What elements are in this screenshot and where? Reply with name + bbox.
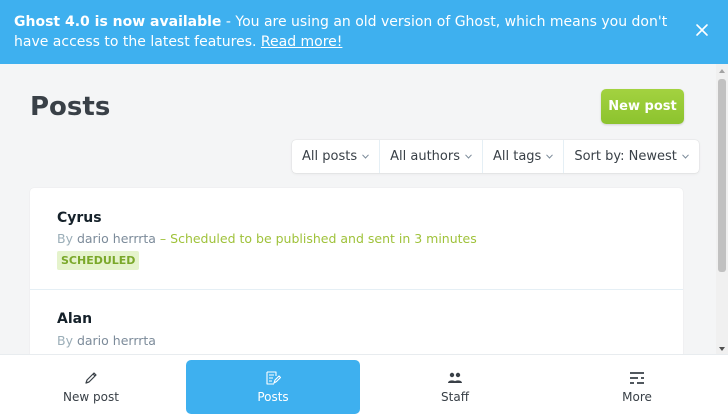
filter-label: All authors: [390, 149, 460, 164]
post-author: dario herrrta: [76, 333, 156, 348]
chevron-down-icon: [362, 154, 369, 159]
scrollbar[interactable]: [716, 64, 728, 354]
post-schedule: – Scheduled to be published and sent in …: [155, 231, 477, 246]
banner-heading: Ghost 4.0 is now available: [14, 14, 222, 30]
list-item[interactable]: Cyrus By dario herrrta – Scheduled to be…: [30, 188, 683, 290]
chevron-down-icon: [681, 154, 689, 159]
post-meta: By dario herrrta – Scheduled to be publi…: [57, 231, 477, 246]
pencil-icon: [85, 371, 97, 384]
filter-sort[interactable]: Sort by: Newest: [564, 140, 699, 173]
post-title[interactable]: Alan: [57, 311, 92, 327]
filter-label: All posts: [302, 149, 358, 164]
chevron-down-icon: [465, 154, 472, 159]
filter-bar: All posts All authors All tags Sort by: …: [292, 140, 699, 173]
post-title[interactable]: Cyrus: [57, 210, 102, 226]
tab-label: More: [622, 389, 652, 404]
close-icon[interactable]: [694, 22, 710, 38]
post-list: Cyrus By dario herrrta – Scheduled to be…: [30, 188, 683, 354]
staff-icon: [448, 372, 462, 383]
filter-label: All tags: [492, 149, 542, 164]
read-more-link[interactable]: Read more!: [261, 34, 343, 50]
post-by: By: [57, 333, 77, 348]
posts-main: Posts New post All posts All authors All…: [0, 64, 716, 354]
page-title: Posts: [30, 92, 111, 122]
status-badge: SCHEDULED: [57, 251, 140, 270]
update-banner: Ghost 4.0 is now available - You are usi…: [0, 0, 728, 64]
tab-label: Posts: [257, 389, 289, 404]
new-post-button[interactable]: New post: [601, 89, 684, 124]
filter-all-tags[interactable]: All tags: [483, 140, 565, 173]
post-author: dario herrrta: [76, 231, 156, 246]
post-by: By: [57, 231, 77, 246]
tab-posts[interactable]: Posts: [186, 360, 360, 414]
chevron-down-icon: [546, 154, 554, 159]
filter-all-authors[interactable]: All authors: [380, 140, 483, 173]
scroll-up-icon[interactable]: [719, 69, 725, 73]
tab-label: New post: [63, 389, 119, 404]
bottom-tab-bar: New post Posts Staff More: [0, 354, 728, 418]
tab-label: Staff: [441, 389, 469, 404]
posts-icon: [266, 370, 281, 385]
filter-label: Sort by: Newest: [574, 149, 677, 164]
tab-new-post[interactable]: New post: [0, 360, 182, 414]
menu-icon: [630, 371, 644, 384]
tab-staff[interactable]: Staff: [364, 360, 546, 414]
list-item[interactable]: Alan By dario herrrta: [30, 291, 683, 354]
scroll-down-icon[interactable]: [719, 347, 725, 351]
tab-more[interactable]: More: [546, 360, 728, 414]
scroll-thumb[interactable]: [718, 79, 726, 272]
post-meta: By dario herrrta: [57, 333, 156, 348]
filter-all-posts[interactable]: All posts: [292, 140, 381, 173]
